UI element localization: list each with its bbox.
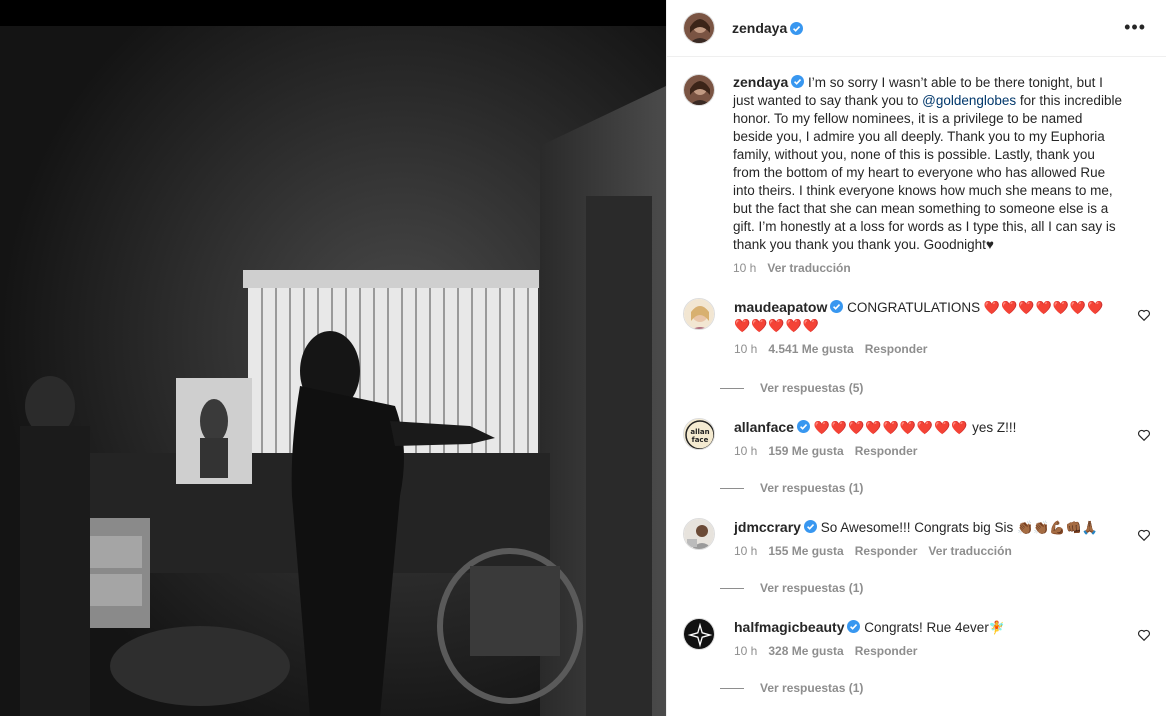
caption-text: zendaya I’m so sorry I wasn’t able to be… [733,73,1125,254]
comment-likes[interactable]: 328 Me gusta [768,644,843,658]
commenter-avatar[interactable] [683,618,715,650]
commenter-username[interactable]: jdmccrary [734,519,801,535]
comment-time: 10 h [734,342,758,356]
post-caption: zendaya I’m so sorry I wasn’t able to be… [667,57,1166,275]
author-username[interactable]: zendaya [732,20,787,36]
comment-time: 10 h [734,444,758,458]
comment-body: halfmagicbeauty Congrats! Rue 4ever🧚 [734,618,1114,637]
like-heart-icon[interactable] [1137,628,1151,642]
commenter-username[interactable]: allanface [734,419,794,435]
comment-time: 10 h [734,644,758,658]
replies-divider [720,587,744,589]
like-heart-icon[interactable] [1137,428,1151,442]
view-replies-button[interactable]: Ver respuestas (1) [720,681,863,695]
caption-username[interactable]: zendaya [733,74,788,90]
comment-item: maudeapatow CONGRATULATIONS ❤️❤️❤️❤️❤️❤️… [683,298,1153,356]
commenter-avatar[interactable] [683,298,715,330]
verified-badge-icon [796,420,810,433]
view-replies-label: Ver respuestas (1) [760,581,864,595]
verified-badge-icon [830,300,844,313]
comment-suffix: yes Z!!! [968,420,1017,435]
caption-time: 10 h [733,261,757,275]
like-heart-icon[interactable] [1137,308,1151,322]
comment-meta: 10 h 159 Me gusta Responder [734,444,1153,458]
avatar-text-allan: allan [690,428,709,436]
view-replies-label: Ver respuestas (1) [760,481,864,495]
heart-emojis: ❤️❤️❤️❤️❤️❤️❤️❤️❤️ [813,420,969,435]
caption-meta: 10 h Ver traducción [733,261,1150,275]
post-photo[interactable] [0,26,666,716]
comment-text: Congrats! Rue 4ever [864,620,989,635]
comment-likes[interactable]: 159 Me gusta [768,444,843,458]
comment-likes[interactable]: 155 Me gusta [768,544,843,558]
see-translation-button[interactable]: Ver traducción [928,544,1011,558]
replies-divider [720,487,744,489]
post-header: zendaya ••• [667,0,1166,57]
caption-body-part2: for this incredible honor. To my fellow … [733,93,1122,252]
fairy-emoji: 🧚 [988,620,1006,635]
like-heart-icon[interactable] [1137,528,1151,542]
see-translation-button[interactable]: Ver traducción [767,261,850,275]
author-avatar[interactable] [683,12,715,44]
comment-meta: 10 h 155 Me gusta Responder Ver traducci… [734,544,1153,558]
view-replies-button[interactable]: Ver respuestas (1) [720,481,863,495]
verified-badge-icon [847,620,861,633]
view-replies-label: Ver respuestas (5) [760,381,864,395]
comment-time: 10 h [734,544,758,558]
more-options-icon[interactable]: ••• [1124,18,1146,36]
avatar-text-face: face [692,436,709,444]
verified-badge-icon [790,21,804,35]
comment-meta: 10 h 4.541 Me gusta Responder [734,342,1153,356]
top-black-bar [0,0,666,26]
post-side-panel: zendaya ••• zendaya I’m so sorry I wasn’… [666,0,1166,716]
reply-button[interactable]: Responder [865,342,928,356]
commenter-username[interactable]: maudeapatow [734,299,827,315]
comment-text: CONGRATULATIONS [847,300,984,315]
mention-link[interactable]: @goldenglobes [922,93,1016,108]
comment-meta: 10 h 328 Me gusta Responder [734,644,1153,658]
caption-author-avatar[interactable] [683,74,715,106]
commenter-avatar[interactable] [683,518,715,550]
view-replies-button[interactable]: Ver respuestas (1) [720,581,863,595]
view-replies-label: Ver respuestas (1) [760,681,864,695]
comment-body: allanface ❤️❤️❤️❤️❤️❤️❤️❤️❤️ yes Z!!! [734,418,1114,437]
reply-button[interactable]: Responder [855,444,918,458]
comment-item: allan face allanface ❤️❤️❤️❤️❤️❤️❤️❤️❤️ y… [683,418,1153,458]
verified-badge-icon [791,75,805,88]
commenter-avatar[interactable]: allan face [683,418,715,450]
view-replies-button[interactable]: Ver respuestas (5) [720,381,863,395]
replies-divider [720,387,744,389]
reply-button[interactable]: Responder [855,544,918,558]
commenter-username[interactable]: halfmagicbeauty [734,619,844,635]
clap-emojis: 👏🏾👏🏾💪🏾👊🏾🙏🏾 [1017,520,1098,535]
comment-item: halfmagicbeauty Congrats! Rue 4ever🧚 10 … [683,618,1153,658]
comment-text: So Awesome!!! Congrats big Sis [820,520,1018,535]
replies-divider [720,687,744,689]
comment-body: maudeapatow CONGRATULATIONS ❤️❤️❤️❤️❤️❤️… [734,298,1114,335]
comment-likes[interactable]: 4.541 Me gusta [768,342,853,356]
comment-item: jdmccrary So Awesome!!! Congrats big Sis… [683,518,1153,558]
reply-button[interactable]: Responder [855,644,918,658]
bedroom-photo-image [0,26,666,716]
verified-badge-icon [803,520,817,533]
comment-body: jdmccrary So Awesome!!! Congrats big Sis… [734,518,1114,537]
